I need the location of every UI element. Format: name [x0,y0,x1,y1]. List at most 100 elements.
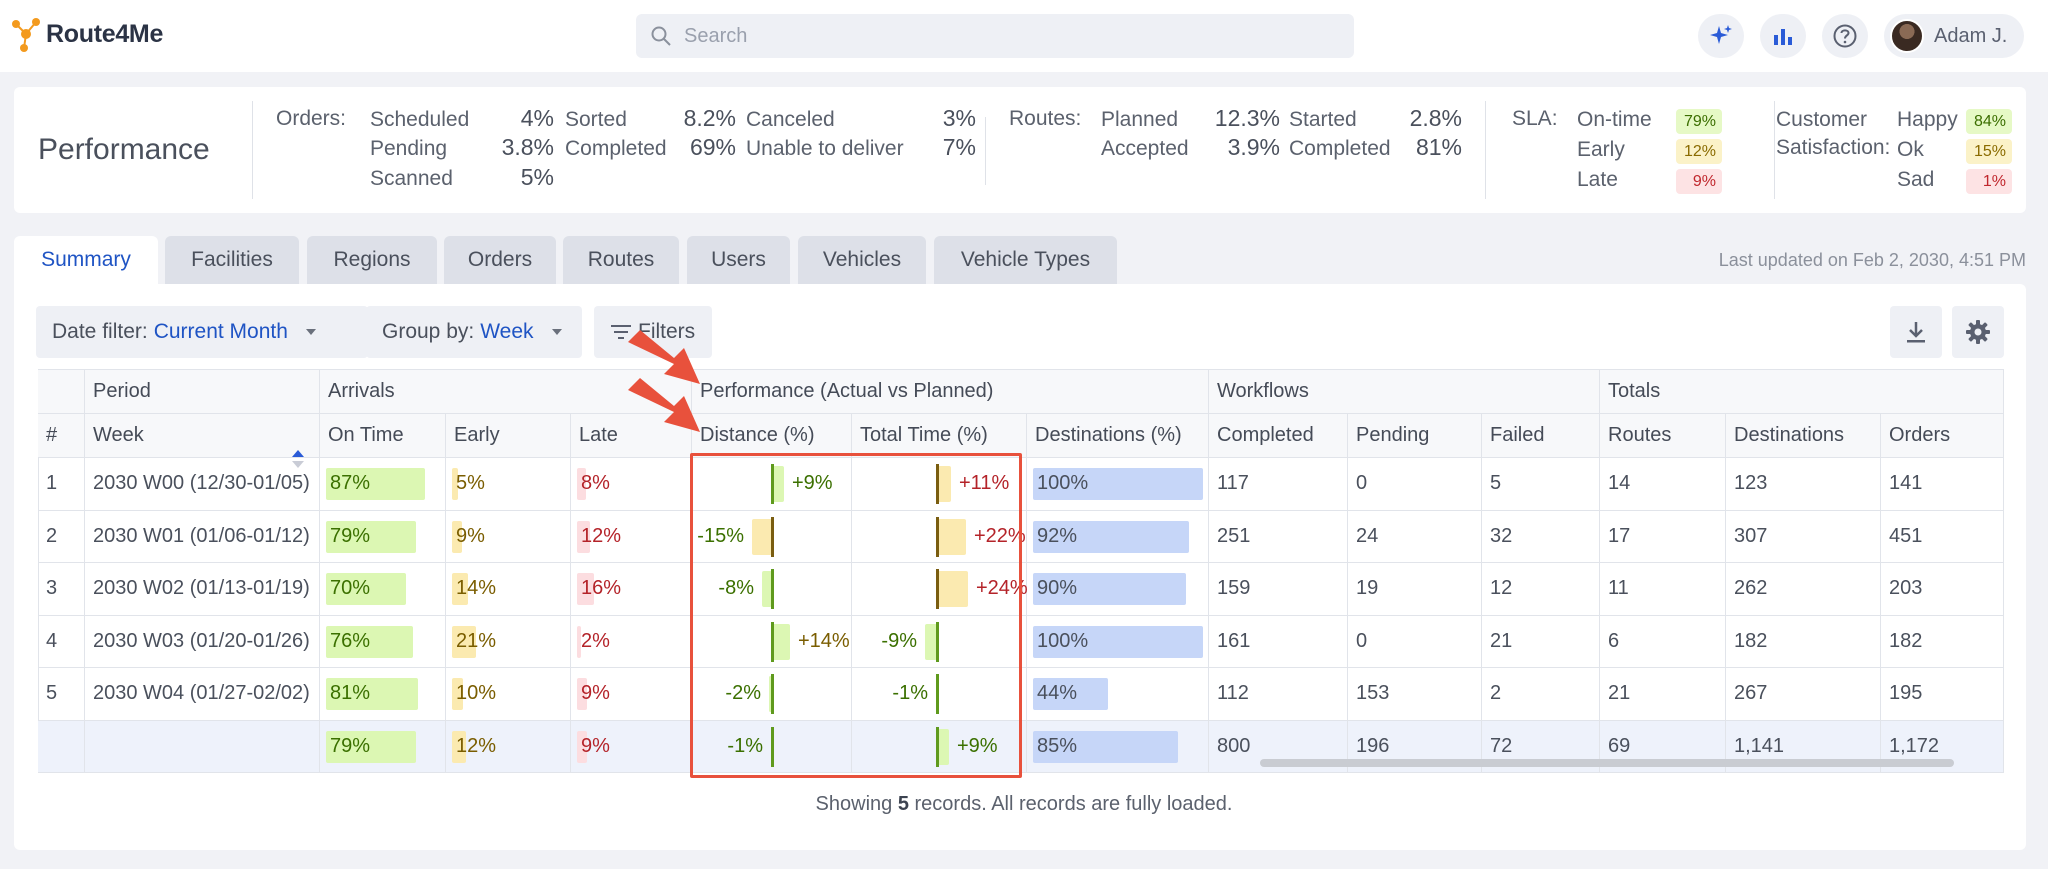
cell-early-value: 5% [456,472,485,495]
col-header-total-time[interactable]: Total Time (%) [852,414,1027,458]
cell-distance-value: -1% [727,734,763,757]
col-header-distance[interactable]: Distance (%) [692,414,852,458]
kpi-value: 12.3% [1214,105,1280,131]
sla-early-badge: 12% [1676,139,1722,164]
kpi-label: On-time [1577,108,1652,131]
performance-bar [937,571,968,608]
kpi-label: Pending [370,137,448,160]
user-menu[interactable]: Adam J. [1884,14,2024,58]
kpi-value: 81% [1415,134,1462,160]
divider [252,101,253,199]
group-by-dropdown[interactable]: Group by: Week [366,306,582,358]
cell-total-time-value: +24% [976,577,1028,600]
download-button[interactable] [1890,306,1942,358]
col-header-pending[interactable]: Pending [1348,414,1482,458]
col-header-destinations-pct[interactable]: Destinations (%) [1027,414,1209,458]
cell-early-value: 21% [456,629,497,652]
kpi-label: Sorted [565,108,627,131]
col-header-destinations[interactable]: Destinations [1726,414,1881,458]
cs-label-line1: Customer [1776,108,1868,131]
header-cell [38,370,85,414]
kpi-label: Sad [1897,168,1935,191]
tab-routes[interactable]: Routes [563,236,679,284]
date-filter-label: Date filter: [52,320,148,343]
totals-cell-week [85,720,320,773]
performance-axis [771,621,774,662]
cs-sad-badge: 1% [1966,169,2012,194]
col-header-week[interactable]: Week [85,414,320,458]
col-header-number[interactable]: # [38,414,85,458]
kpi-value: 8.2% [683,105,736,131]
tab-summary[interactable]: Summary [14,236,158,284]
kpi-value: 3.9% [1227,134,1280,160]
cell-late-value: 16% [581,577,622,600]
cell-orders: 141 [1881,458,2004,511]
search-input[interactable] [684,24,1324,48]
cell-routes: 14 [1600,458,1726,511]
page-title: Performance [38,133,210,166]
cell-orders: 182 [1881,615,2004,668]
ai-assistant-button[interactable] [1698,14,1744,58]
cell-total-time-value: +11% [959,472,1010,495]
kpi-label: Completed [1289,137,1391,160]
group-by-label: Group by: [382,320,475,343]
performance-axis [936,726,939,767]
cs-ok-badge: 15% [1966,139,2012,164]
routes-label: Routes: [1009,107,1082,130]
cell-total-time-value: +9% [957,734,998,757]
col-header-completed[interactable]: Completed [1209,414,1348,458]
performance-bar [772,623,790,660]
totals-cell-number [38,720,85,773]
tab-facilities[interactable]: Facilities [165,236,299,284]
cell-on-time-value: 76% [330,629,371,652]
tab-vehicle-types[interactable]: Vehicle Types [934,236,1117,284]
cell-total-time-value: +22% [974,524,1026,547]
tab-users[interactable]: Users [687,236,790,284]
cell-failed: 21 [1482,615,1600,668]
date-filter-dropdown[interactable]: Date filter: Current Month [36,306,368,358]
cell-late-value: 9% [581,734,610,757]
kpi-value: 5% [520,164,554,190]
cell-orders: 195 [1881,668,2004,721]
cell-destinations-pct-value: 90% [1037,577,1078,600]
col-header-on-time[interactable]: On Time [320,414,446,458]
cell-total-time-value: -1% [892,682,928,705]
kpi-label: Scanned [370,167,453,190]
cell-destinations: 307 [1726,510,1881,563]
analytics-button[interactable] [1760,14,1806,58]
tab-orders[interactable]: Orders [444,236,556,284]
tab-regions[interactable]: Regions [307,236,437,284]
col-header-early[interactable]: Early [446,414,571,458]
cell-pending: 0 [1348,458,1482,511]
cell-late-value: 9% [581,682,610,705]
performance-axis [936,464,939,505]
kpi-label: Late [1577,168,1618,191]
group-by-value: Week [480,320,534,343]
caret-down-icon [551,329,562,335]
col-header-orders[interactable]: Orders [1881,414,2004,458]
help-button[interactable] [1822,14,1868,58]
group-header-period: Period [85,370,320,414]
horizontal-scrollbar[interactable] [1260,759,1954,767]
search-bar[interactable] [636,14,1354,58]
sla-label: SLA: [1512,107,1558,130]
kpi-value: 69% [689,134,736,160]
cell-week: 2030 W03 (01/20-01/26) [85,615,320,668]
date-filter-value: Current Month [153,320,288,343]
tab-vehicles[interactable]: Vehicles [798,236,926,284]
cell-orders: 451 [1881,510,2004,563]
annotation-arrow-icon [628,378,700,432]
col-header-failed[interactable]: Failed [1482,414,1600,458]
col-header-routes[interactable]: Routes [1600,414,1726,458]
cell-on-time-value: 87% [330,472,371,495]
cell-orders: 203 [1881,563,2004,616]
logo[interactable]: Route4Me [10,14,163,54]
performance-axis [936,674,939,715]
group-header-performance: Performance (Actual vs Planned) [692,370,1209,414]
cell-failed: 2 [1482,668,1600,721]
settings-button[interactable] [1952,306,2004,358]
cell-failed: 5 [1482,458,1600,511]
cell-destinations: 182 [1726,615,1881,668]
cell-destinations-pct-value: 44% [1037,682,1078,705]
cell-completed: 251 [1209,510,1348,563]
